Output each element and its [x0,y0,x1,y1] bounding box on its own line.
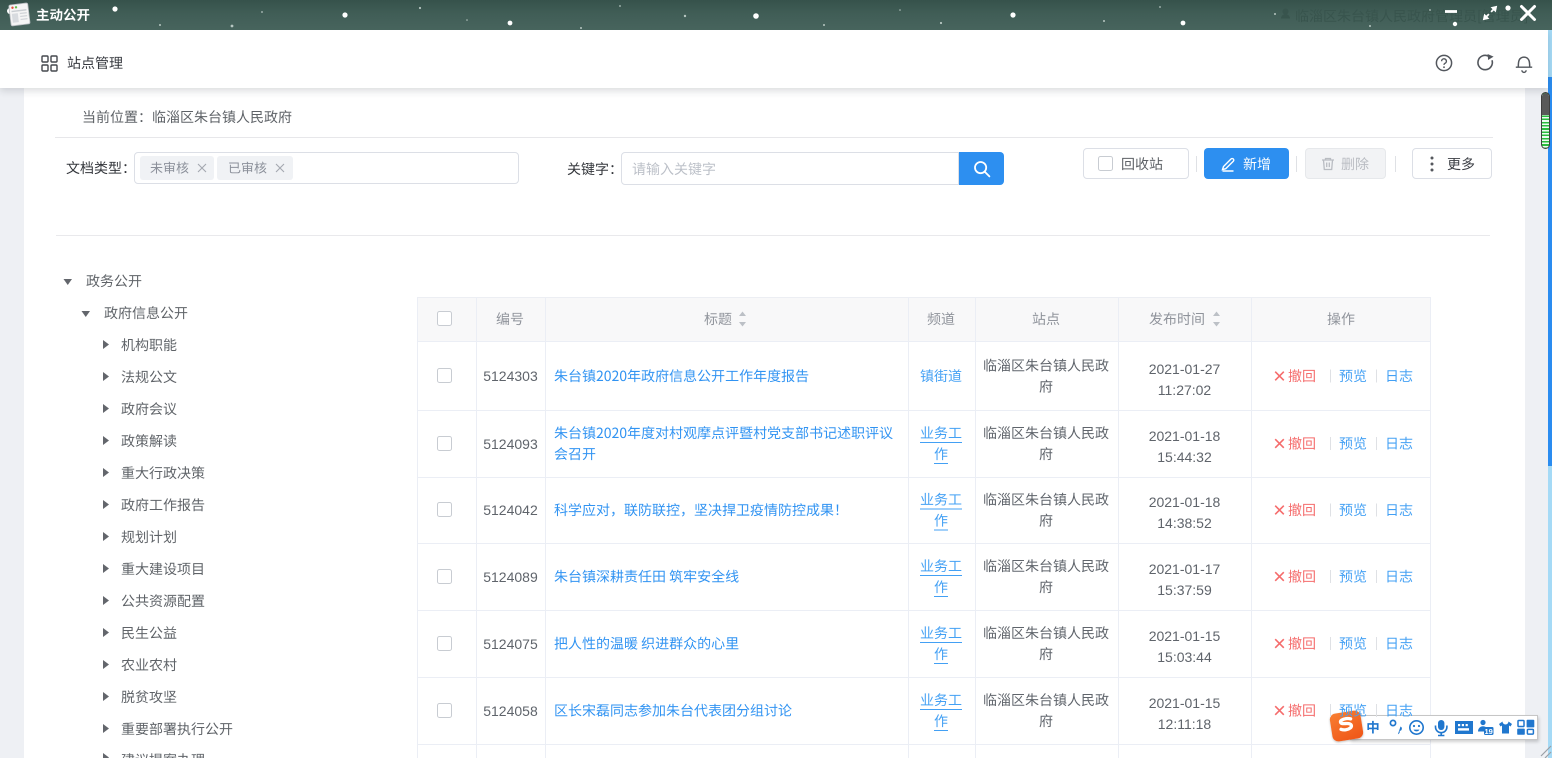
svg-text:19: 19 [1485,727,1493,736]
